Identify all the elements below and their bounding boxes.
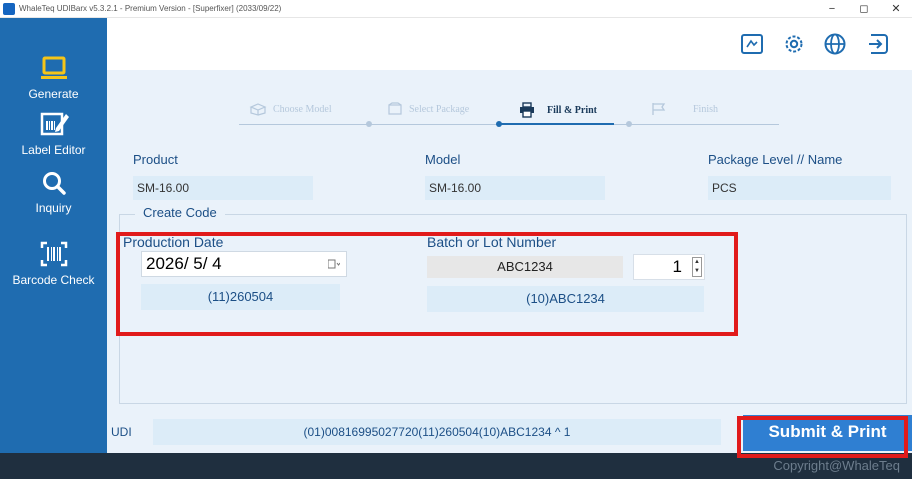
step-dot	[626, 121, 632, 127]
sidebar-item-label-editor[interactable]: Label Editor	[0, 108, 107, 157]
maximize-button[interactable]: ◻	[848, 0, 880, 18]
step-label: Fill & Print	[547, 104, 597, 116]
logout-icon[interactable]	[867, 32, 891, 56]
highlight-box	[116, 232, 738, 336]
package-label: Package Level // Name	[708, 152, 843, 167]
step-dot	[496, 121, 502, 127]
package-field: PCS	[708, 176, 891, 200]
window-controls: − ◻ ✕	[816, 0, 912, 18]
step-label: Finish	[693, 103, 719, 115]
laptop-icon	[40, 56, 67, 79]
close-button[interactable]: ✕	[880, 0, 912, 18]
title-bar: WhaleTeq UDIBarx v5.3.2.1 - Premium Vers…	[0, 0, 912, 18]
flag-icon	[652, 103, 666, 115]
step-label: Choose Model	[273, 103, 332, 115]
step-dot	[366, 121, 372, 127]
step-select-package: Select Package	[387, 102, 469, 116]
sidebar: Generate Label Editor Inquiry Barcode Ch…	[0, 18, 107, 453]
package-icon	[388, 102, 402, 115]
create-code-title: Create Code	[135, 205, 225, 220]
model-label: Model	[425, 152, 461, 167]
step-finish: Finish	[651, 102, 718, 116]
barcode-scan-icon	[40, 241, 67, 267]
search-icon	[42, 172, 66, 195]
cube-icon	[249, 103, 267, 116]
sidebar-item-inquiry[interactable]: Inquiry	[0, 170, 107, 215]
step-line	[614, 124, 779, 125]
top-toolbar	[107, 18, 912, 70]
udi-label: UDI	[111, 425, 132, 439]
sidebar-item-label: Inquiry	[35, 201, 72, 215]
step-fill-print: Fill & Print	[519, 102, 597, 118]
sidebar-item-label: Label Editor	[21, 143, 86, 157]
progress-stepper: Choose Model Select Package Fill & Print	[239, 102, 779, 132]
sidebar-item-generate[interactable]: Generate	[0, 56, 107, 101]
label-icon[interactable]	[740, 32, 764, 56]
minimize-button[interactable]: −	[816, 0, 848, 18]
gear-icon[interactable]	[782, 32, 806, 56]
window-title: WhaleTeq UDIBarx v5.3.2.1 - Premium Vers…	[19, 4, 282, 13]
copyright-text: Copyright@WhaleTeq	[773, 458, 900, 473]
step-line-active	[499, 123, 614, 125]
label-edit-icon	[40, 112, 69, 136]
step-choose-model: Choose Model	[249, 102, 332, 116]
sidebar-item-label: Generate	[28, 87, 79, 101]
product-label: Product	[133, 152, 178, 167]
printer-icon	[520, 102, 534, 118]
sidebar-item-label: Barcode Check	[12, 273, 95, 287]
model-field: SM-16.00	[425, 176, 605, 200]
product-field: SM-16.00	[133, 176, 313, 200]
app-icon	[3, 2, 15, 15]
globe-icon[interactable]	[823, 32, 847, 56]
highlight-box	[737, 416, 908, 458]
udi-field: (01)00816995027720(11)260504(10)ABC1234 …	[153, 419, 721, 445]
sidebar-item-barcode-check[interactable]: Barcode Check	[0, 240, 107, 287]
step-label: Select Package	[409, 103, 470, 115]
